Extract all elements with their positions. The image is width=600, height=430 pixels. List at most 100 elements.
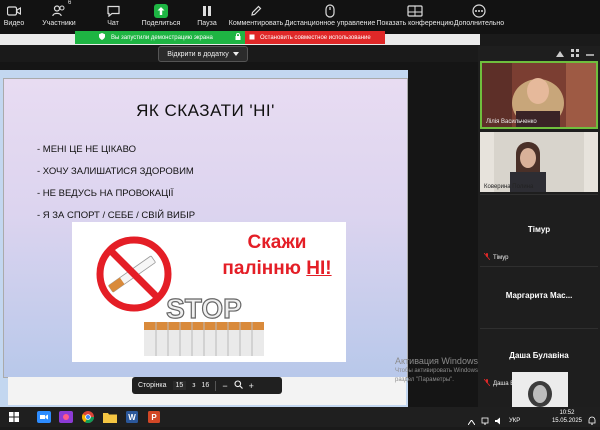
participants-button[interactable]: Участники 6 [28, 0, 90, 34]
chat-icon [106, 2, 120, 20]
svg-text:P: P [151, 413, 157, 422]
tray-chevron-up-icon[interactable] [467, 412, 476, 430]
shield-icon [99, 33, 105, 42]
clock-date: 15.05.2025 [551, 418, 582, 424]
stop-word: STOP [166, 293, 242, 324]
app-icon-purple[interactable] [58, 410, 74, 424]
pager-divider [215, 380, 217, 391]
share-button[interactable]: Поделиться [136, 0, 186, 34]
remote-control-label: Дистанционное управление [284, 20, 376, 27]
participants-count-badge: 6 [68, 0, 72, 6]
say-no-text: Скажи палінню НІ! [212, 232, 342, 280]
clock-time: 10:52 [559, 410, 575, 416]
annotate-pencil-icon [250, 2, 262, 20]
sharing-status: Вы запустили демонстрацию экрана [75, 31, 245, 44]
network-icon[interactable] [481, 412, 489, 430]
open-in-app-button[interactable]: Відкрити в додатку [158, 46, 248, 62]
video-button[interactable]: Видео [0, 0, 28, 34]
file-explorer-icon[interactable] [102, 410, 118, 424]
participant-name: Лілія Васильченко [486, 119, 537, 125]
participant-name-text: Лілія Васильченко [486, 119, 537, 125]
gallery-minimize-icon[interactable] [586, 44, 594, 62]
participant-name-text: Коверина Полина [484, 184, 534, 190]
slide-title: ЯК СКАЗАТИ 'НІ' [136, 101, 275, 120]
windows-taskbar: W P УКР 10:52 15.05.2025 [0, 407, 600, 427]
powerpoint-icon[interactable]: P [146, 410, 162, 424]
participant-name-text: Тімур [493, 254, 509, 261]
zoom-out-button[interactable]: − [222, 381, 227, 391]
more-button[interactable]: Дополнительно [454, 0, 504, 34]
participant-video [482, 63, 596, 127]
participant-video [512, 372, 568, 407]
participant-name-large: Маргарита Мас... [505, 291, 573, 300]
participants-label: Участники [42, 20, 76, 27]
zoom-in-button[interactable]: + [249, 381, 254, 391]
gallery-prev-icon[interactable] [556, 44, 564, 62]
speaker-icon[interactable] [495, 412, 503, 430]
more-label: Дополнительно [453, 20, 505, 27]
participant-tile[interactable]: Маргарита Мас... [480, 266, 598, 326]
chat-label: Чат [107, 20, 119, 27]
page-total: 16 [201, 382, 210, 389]
windows-start-icon[interactable] [6, 410, 22, 424]
participant-tile[interactable]: Тімур Тімур [480, 194, 598, 264]
taskbar-clock[interactable]: 10:52 15.05.2025 [552, 409, 582, 425]
say-no-line2: палінню [222, 258, 307, 279]
activation-watermark: Активация Windows [395, 356, 478, 366]
participant-tile[interactable]: Коверина Полина [480, 132, 598, 192]
pause-icon [202, 2, 212, 20]
meeting-toolbar: Видео Участники 6 Чат Поделиться Пауза К… [0, 0, 600, 34]
show-meeting-icon [407, 2, 423, 20]
share-screen-icon [154, 2, 168, 20]
participant-name-large: Тімур [527, 225, 551, 234]
stop-square-icon [249, 34, 255, 42]
participants-icon [52, 2, 66, 20]
stop-share-label: Остановить совместное использование [260, 34, 371, 41]
remote-control-button[interactable]: Дистанционное управление [284, 0, 376, 34]
annotate-button[interactable]: Комментировать [228, 0, 284, 34]
input-language[interactable]: УКР [509, 418, 520, 424]
svg-text:W: W [128, 413, 136, 422]
slide-pager: Сторінка 15 з 16 − + [132, 377, 282, 394]
show-meeting-label: Показать конференцию [376, 20, 454, 27]
zoom-app-icon[interactable] [36, 410, 52, 424]
participant-name: Тімур [483, 252, 509, 262]
page-of: з [192, 382, 196, 389]
video-camera-icon [7, 2, 21, 20]
pause-label: Пауза [197, 20, 217, 27]
slide-bullet-list: - МЕНІ ЦЕ НЕ ЦІКАВО - ХОЧУ ЗАЛИШАТИСЯ ЗД… [37, 139, 195, 227]
chat-button[interactable]: Чат [90, 0, 136, 34]
participant-video [480, 132, 598, 192]
chevron-down-icon [232, 51, 239, 58]
gallery-grid-icon[interactable] [571, 44, 579, 62]
word-icon[interactable]: W [124, 410, 140, 424]
participant-tile[interactable]: Лілія Васильченко [480, 61, 598, 129]
presentation-slide: ЯК СКАЗАТИ 'НІ' - МЕНІ ЦЕ НЕ ЦІКАВО - ХО… [3, 78, 408, 378]
annotate-label: Комментировать [228, 20, 284, 27]
say-no-line1: Скажи [247, 232, 307, 253]
system-tray: УКР [467, 412, 520, 430]
chrome-icon[interactable] [80, 410, 96, 424]
zoom-magnifier-icon[interactable] [234, 380, 243, 391]
bullet-item: - НЕ ВЕДУСЬ НА ПРОВОКАЦІЇ [37, 188, 174, 199]
more-icon [472, 2, 486, 20]
bullet-item: - ХОЧУ ЗАЛИШАТИСЯ ЗДОРОВИМ [37, 166, 194, 177]
show-meeting-button[interactable]: Показать конференцию [376, 0, 454, 34]
participant-tile[interactable] [512, 372, 568, 407]
notifications-icon[interactable] [588, 412, 596, 430]
pause-button[interactable]: Пауза [186, 0, 228, 34]
open-in-app-label: Відкрити в додатку [167, 50, 229, 58]
lock-icon [235, 33, 241, 42]
say-no-emphasis: НІ! [306, 258, 332, 279]
sharing-banner: Вы запустили демонстрацию экрана Останов… [75, 31, 385, 44]
page-label: Сторінка [138, 382, 167, 389]
stop-share-button[interactable]: Остановить совместное использование [245, 31, 385, 44]
page-current-input[interactable]: 15 [172, 381, 187, 390]
video-label: Видео [3, 20, 25, 27]
bullet-item: - МЕНІ ЦЕ НЕ ЦІКАВО [37, 144, 136, 155]
participant-name-large: Даша Булавіна [509, 351, 569, 360]
participant-name: Коверина Полина [484, 184, 533, 190]
muted-mic-icon [483, 252, 491, 262]
gallery-controls [478, 46, 600, 60]
activation-hint-line2: раздел "Параметры". [395, 377, 454, 383]
